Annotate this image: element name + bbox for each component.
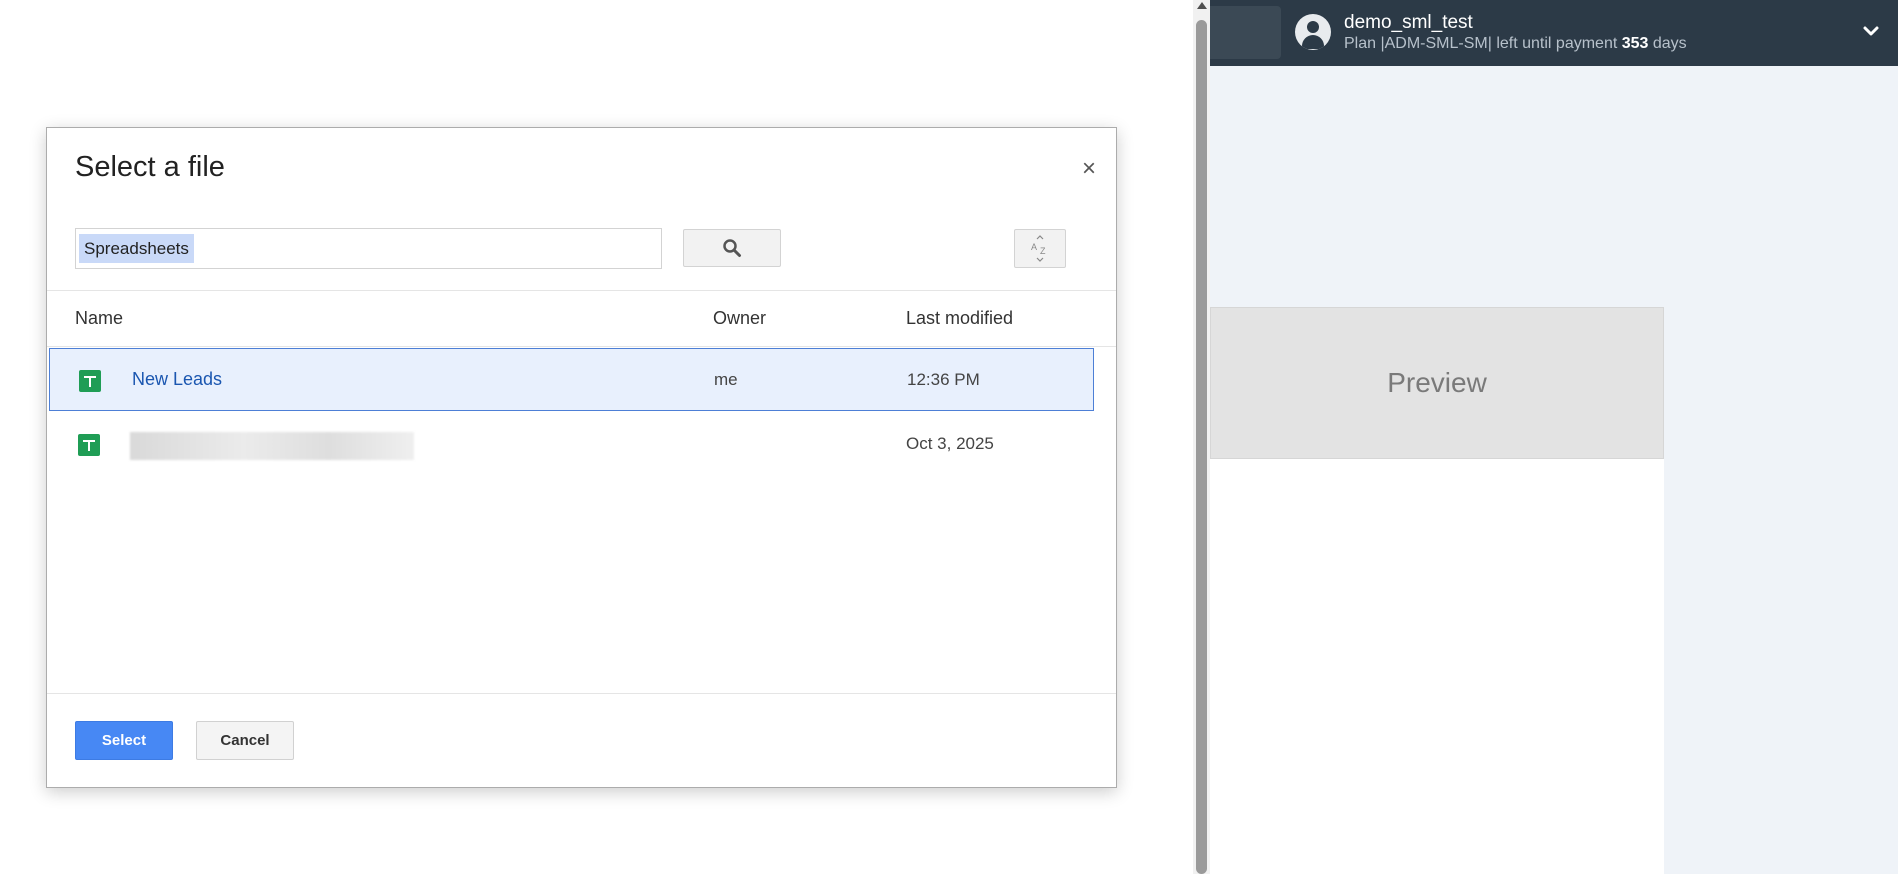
- svg-text:Z: Z: [1040, 246, 1046, 256]
- column-header-name[interactable]: Name: [75, 308, 123, 329]
- file-modified: Oct 3, 2025: [906, 434, 994, 453]
- close-icon[interactable]: ×: [1078, 157, 1100, 181]
- search-button[interactable]: [683, 229, 781, 267]
- user-name[interactable]: demo_sml_test: [1344, 12, 1473, 34]
- divider: [47, 290, 1116, 291]
- file-picker-dialog: Select a file × Spreadsheets A Z Name Ow…: [46, 127, 1117, 788]
- redacted-file-name: [130, 432, 414, 460]
- column-header-owner[interactable]: Owner: [713, 308, 766, 329]
- file-name: New Leads: [132, 369, 223, 389]
- plan-info: Plan |ADM-SML-SM| left until payment 353…: [1344, 35, 1687, 53]
- sort-az-icon: A Z: [1031, 235, 1046, 262]
- app-panel: demo_sml_test Plan |ADM-SML-SM| left unt…: [1210, 0, 1898, 874]
- file-modified: 12:36 PM: [907, 370, 980, 389]
- dialog-title: Select a file: [75, 151, 225, 183]
- plan-days: 353: [1621, 35, 1649, 52]
- search-icon: [723, 239, 741, 257]
- plan-days-suffix: days: [1648, 35, 1687, 52]
- preview-label: Preview: [1387, 367, 1487, 398]
- divider: [47, 693, 1116, 694]
- file-owner: me: [714, 370, 738, 389]
- page-scrollbar[interactable]: [1193, 0, 1210, 874]
- top-bar: demo_sml_test Plan |ADM-SML-SM| left unt…: [1210, 0, 1898, 66]
- search-query-text: Spreadsheets: [79, 234, 194, 263]
- scroll-up-arrow-icon[interactable]: [1197, 2, 1207, 9]
- topbar-button[interactable]: [1210, 6, 1281, 59]
- spreadsheet-icon: [79, 370, 101, 392]
- scrollbar-thumb[interactable]: [1196, 20, 1207, 874]
- cancel-button[interactable]: Cancel: [196, 721, 294, 760]
- preview-area: [1210, 459, 1664, 874]
- column-header-modified[interactable]: Last modified: [906, 308, 1013, 329]
- user-avatar-icon[interactable]: [1295, 14, 1331, 50]
- divider: [47, 346, 1116, 347]
- spreadsheet-icon: [78, 434, 100, 456]
- file-row[interactable]: New Leads me 12:36 PM: [49, 348, 1094, 411]
- plan-text: Plan |ADM-SML-SM| left until payment: [1344, 35, 1622, 52]
- svg-text:A: A: [1031, 242, 1037, 252]
- chevron-down-icon[interactable]: [1862, 22, 1880, 40]
- sort-button[interactable]: A Z: [1014, 229, 1066, 268]
- preview-button[interactable]: Preview: [1210, 307, 1664, 459]
- search-input[interactable]: Spreadsheets: [75, 228, 662, 269]
- select-button[interactable]: Select: [75, 721, 173, 760]
- file-row[interactable]: Oct 3, 2025: [49, 413, 1094, 476]
